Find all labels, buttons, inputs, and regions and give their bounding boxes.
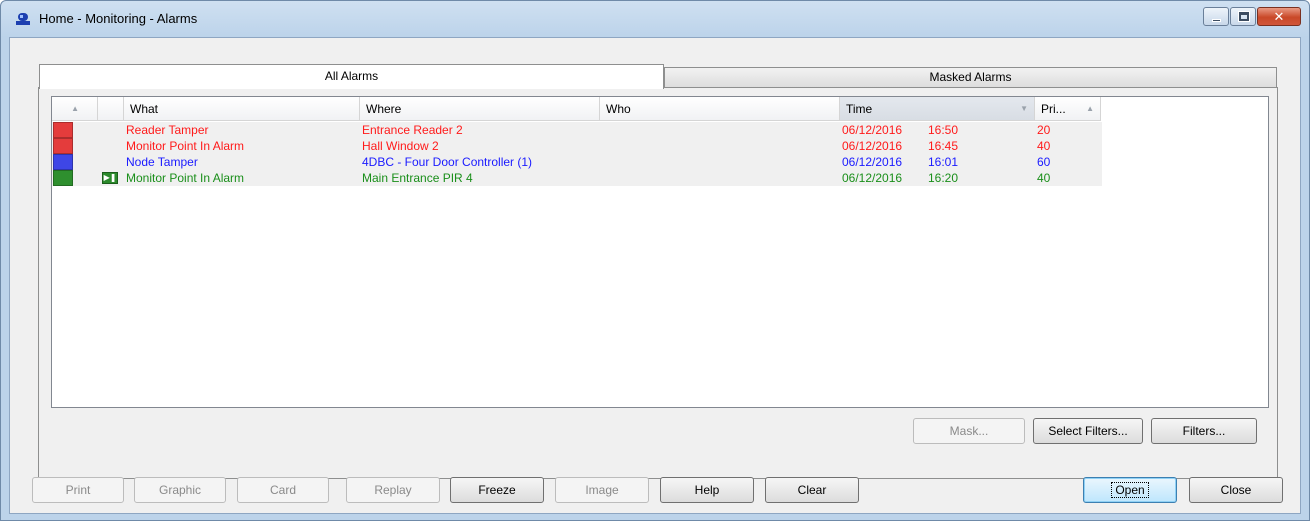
replay-button[interactable]: Replay xyxy=(346,477,440,503)
help-button[interactable]: Help xyxy=(660,477,754,503)
cell-priority: 40 xyxy=(1037,171,1051,185)
tab-masked-alarms[interactable]: Masked Alarms xyxy=(664,67,1277,88)
grid-header: ▲ What Where Who Time ▼ Pri... ▲ xyxy=(52,97,1101,121)
cell-who xyxy=(598,170,838,186)
header-who[interactable]: Who xyxy=(600,97,840,121)
image-button[interactable]: Image xyxy=(555,477,649,503)
sort-up-icon: ▲ xyxy=(71,104,79,113)
spacer-cell xyxy=(74,154,98,170)
priority-color-cell xyxy=(52,122,74,138)
alarm-rows: Reader Tamper Entrance Reader 2 06/12/2016… xyxy=(52,122,1102,186)
cell-priority: 20 xyxy=(1037,123,1051,137)
close-window-button[interactable]: ✕ xyxy=(1257,7,1301,26)
minimize-icon xyxy=(1212,19,1221,22)
caption-buttons: ✕ xyxy=(1202,7,1301,27)
spacer-cell xyxy=(74,170,98,186)
freeze-button[interactable]: Freeze xyxy=(450,477,544,503)
table-row[interactable]: ▶❚ Monitor Point In Alarm Main Entrance PI… xyxy=(52,170,1102,186)
graphic-button[interactable]: Graphic xyxy=(134,477,226,503)
video-play-icon[interactable]: ▶❚ xyxy=(102,172,118,184)
table-row[interactable]: Monitor Point In Alarm Hall Window 2 06/12… xyxy=(52,138,1102,154)
card-button[interactable]: Card xyxy=(237,477,329,503)
priority-color-cell xyxy=(52,170,74,186)
cell-where: Entrance Reader 2 xyxy=(362,123,463,137)
cell-time: 16:01 xyxy=(928,155,959,169)
header-where[interactable]: Where xyxy=(360,97,600,121)
cell-date: 06/12/2016 xyxy=(842,155,903,169)
cell-what: Monitor Point In Alarm xyxy=(126,139,245,153)
video-cell xyxy=(98,138,122,154)
alarm-color-swatch xyxy=(53,170,73,186)
cell-who xyxy=(598,138,838,154)
cell-where: Hall Window 2 xyxy=(362,139,439,153)
maximize-button[interactable] xyxy=(1230,7,1256,26)
cell-who xyxy=(598,122,838,138)
minimize-button[interactable] xyxy=(1203,7,1229,26)
alarm-color-swatch xyxy=(53,138,73,154)
mask-button[interactable]: Mask... xyxy=(913,418,1025,444)
cell-time: 16:50 xyxy=(928,123,959,137)
header-time-label: Time xyxy=(846,102,873,116)
video-cell xyxy=(98,122,122,138)
table-row[interactable]: Node Tamper 4DBC - Four Door Controller (… xyxy=(52,154,1102,170)
title-bar[interactable]: Home - Monitoring - Alarms ✕ xyxy=(1,1,1309,37)
sort-down-icon: ▼ xyxy=(1020,104,1028,113)
print-button[interactable]: Print xyxy=(32,477,124,503)
clear-button[interactable]: Clear xyxy=(765,477,859,503)
filters-button[interactable]: Filters... xyxy=(1151,418,1257,444)
table-row[interactable]: Reader Tamper Entrance Reader 2 06/12/2016… xyxy=(52,122,1102,138)
video-cell: ▶❚ xyxy=(98,170,122,186)
open-button-label: Open xyxy=(1111,482,1149,498)
alarm-color-swatch xyxy=(53,122,73,138)
header-icon-column[interactable] xyxy=(98,97,124,121)
cell-where: 4DBC - Four Door Controller (1) xyxy=(362,155,533,169)
cell-priority: 60 xyxy=(1037,155,1051,169)
close-icon: ✕ xyxy=(1273,9,1285,24)
alarms-window: Home - Monitoring - Alarms ✕ All Alarms … xyxy=(0,0,1310,521)
alarm-grid[interactable]: ▲ What Where Who Time ▼ Pri... ▲ Reader … xyxy=(51,96,1269,408)
header-selector[interactable]: ▲ xyxy=(52,97,98,121)
close-button[interactable]: Close xyxy=(1189,477,1283,503)
cell-date: 06/12/2016 xyxy=(842,123,903,137)
cell-what: Node Tamper xyxy=(126,155,198,169)
alarm-color-swatch xyxy=(53,154,73,170)
cell-where: Main Entrance PIR 4 xyxy=(362,171,473,185)
cell-what: Reader Tamper xyxy=(126,123,209,137)
sort-up-icon: ▲ xyxy=(1086,104,1094,113)
video-cell xyxy=(98,154,122,170)
open-button[interactable]: Open xyxy=(1083,477,1177,503)
header-time[interactable]: Time ▼ xyxy=(840,97,1035,121)
alarm-bell-icon xyxy=(16,13,30,25)
spacer-cell xyxy=(74,122,98,138)
cell-what: Monitor Point In Alarm xyxy=(126,171,245,185)
maximize-icon xyxy=(1239,12,1249,21)
all-alarms-panel: ▲ What Where Who Time ▼ Pri... ▲ Reader … xyxy=(38,87,1278,479)
priority-color-cell xyxy=(52,154,74,170)
cell-priority: 40 xyxy=(1037,139,1051,153)
cell-time: 16:45 xyxy=(928,139,959,153)
spacer-cell xyxy=(74,138,98,154)
header-what[interactable]: What xyxy=(124,97,360,121)
cell-who xyxy=(598,154,838,170)
header-priority[interactable]: Pri... ▲ xyxy=(1035,97,1101,121)
header-priority-label: Pri... xyxy=(1041,102,1066,116)
tab-all-alarms[interactable]: All Alarms xyxy=(39,64,664,89)
select-filters-button[interactable]: Select Filters... xyxy=(1033,418,1143,444)
priority-color-cell xyxy=(52,138,74,154)
client-area: All Alarms Masked Alarms ▲ What Where Wh… xyxy=(9,37,1301,514)
cell-time: 16:20 xyxy=(928,171,959,185)
cell-date: 06/12/2016 xyxy=(842,171,903,185)
cell-date: 06/12/2016 xyxy=(842,139,903,153)
window-title: Home - Monitoring - Alarms xyxy=(39,11,198,26)
